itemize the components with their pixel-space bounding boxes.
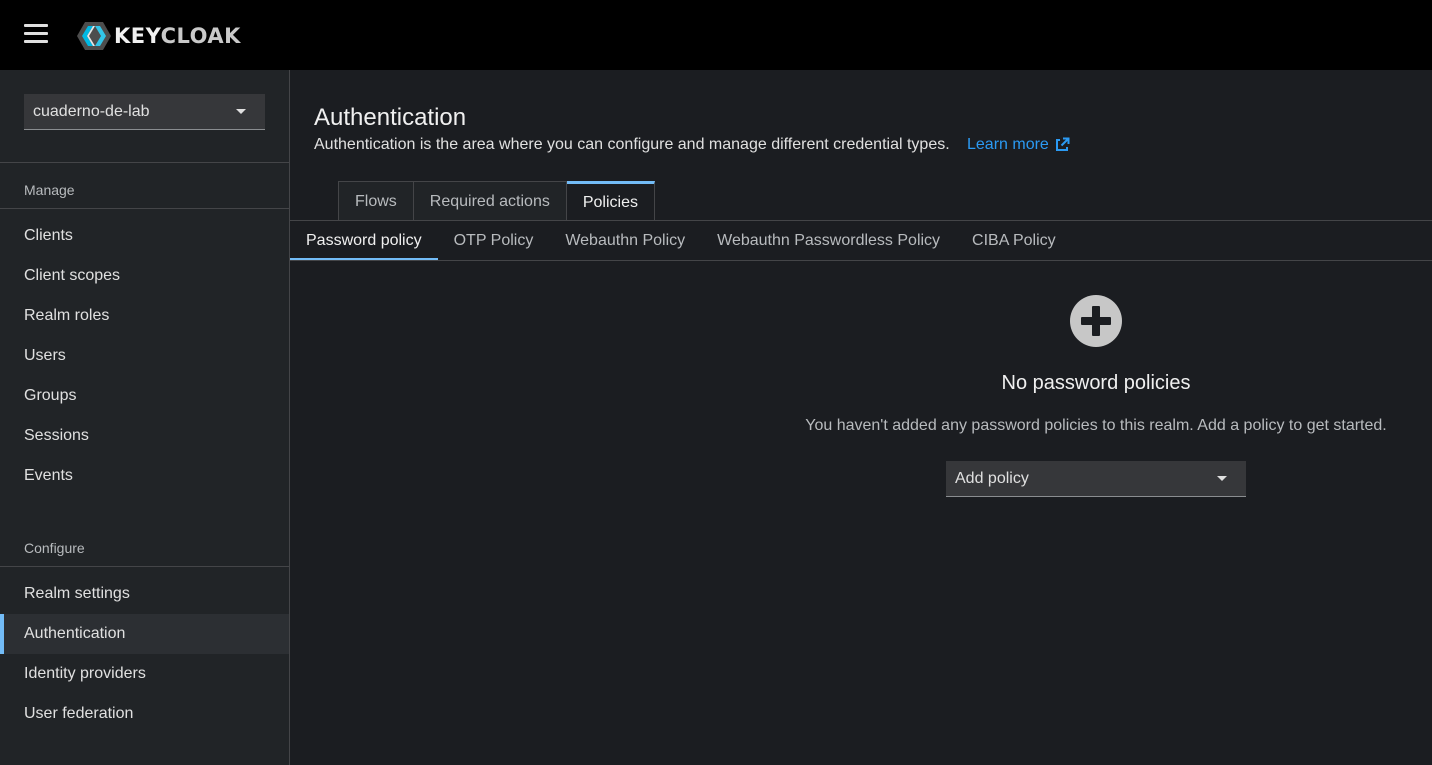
section-title-configure: Configure (24, 540, 85, 556)
empty-state-title: No password policies (1001, 372, 1191, 394)
subtab-webauthn-passwordless-policy[interactable]: Webauthn Passwordless Policy (701, 221, 956, 261)
main-content: Authentication Authentication is the are… (290, 70, 1432, 765)
sidebar-item-identity-providers[interactable]: Identity providers (0, 654, 289, 694)
caret-down-icon (1217, 476, 1227, 481)
add-policy-select[interactable]: Add policy (946, 461, 1246, 497)
tab-required-actions[interactable]: Required actions (413, 181, 567, 221)
caret-down-icon (236, 109, 246, 114)
realm-selector[interactable]: cuaderno-de-lab (24, 94, 265, 130)
tab-policies[interactable]: Policies (566, 181, 655, 221)
sidebar-item-client-scopes[interactable]: Client scopes (0, 256, 289, 296)
sidebar-divider (0, 162, 289, 163)
add-policy-label: Add policy (955, 469, 1029, 487)
subtab-password-policy[interactable]: Password policy (290, 221, 438, 261)
learn-more-link[interactable]: Learn more (967, 136, 1070, 154)
subtab-ciba-policy[interactable]: CIBA Policy (956, 221, 1072, 261)
tab-flows[interactable]: Flows (338, 181, 414, 221)
sidebar-item-users[interactable]: Users (0, 336, 289, 376)
external-link-icon (1055, 137, 1070, 151)
subtabs-divider (290, 260, 1432, 261)
sidebar-item-events[interactable]: Events (0, 456, 289, 496)
hamburger-icon[interactable] (24, 24, 48, 44)
section-title-manage: Manage (24, 182, 75, 198)
sidebar-item-realm-settings[interactable]: Realm settings (0, 574, 289, 614)
keycloak-logo[interactable]: KEYCLOAK (76, 20, 241, 52)
subtab-webauthn-policy[interactable]: Webauthn Policy (549, 221, 701, 261)
sidebar-item-groups[interactable]: Groups (0, 376, 289, 416)
empty-state-body: You haven't added any password policies … (805, 417, 1387, 434)
realm-selector-label: cuaderno-de-lab (33, 102, 150, 120)
empty-state: No password policies You haven't added a… (790, 294, 1402, 497)
masthead: KEYCLOAK (0, 0, 1432, 70)
learn-more-label: Learn more (967, 136, 1049, 153)
subtab-otp-policy[interactable]: OTP Policy (438, 221, 550, 261)
plus-circle-icon (1070, 295, 1122, 347)
sidebar-item-user-federation[interactable]: User federation (0, 694, 289, 734)
page-title: Authentication (314, 104, 467, 131)
keycloak-logo-text: KEYCLOAK (114, 24, 241, 48)
sidebar: cuaderno-de-lab Manage Clients Client sc… (0, 70, 290, 765)
sidebar-item-authentication[interactable]: Authentication (0, 614, 289, 654)
sidebar-item-realm-roles[interactable]: Realm roles (0, 296, 289, 336)
sidebar-divider (0, 208, 289, 209)
sidebar-item-sessions[interactable]: Sessions (0, 416, 289, 456)
page-description: Authentication is the area where you can… (314, 136, 950, 153)
keycloak-logo-icon (77, 22, 111, 50)
tab-list: Flows Required actions Policies (338, 181, 655, 221)
sidebar-item-clients[interactable]: Clients (0, 216, 289, 256)
subtab-list: Password policy OTP Policy Webauthn Poli… (290, 221, 1072, 261)
sidebar-divider (0, 566, 289, 567)
